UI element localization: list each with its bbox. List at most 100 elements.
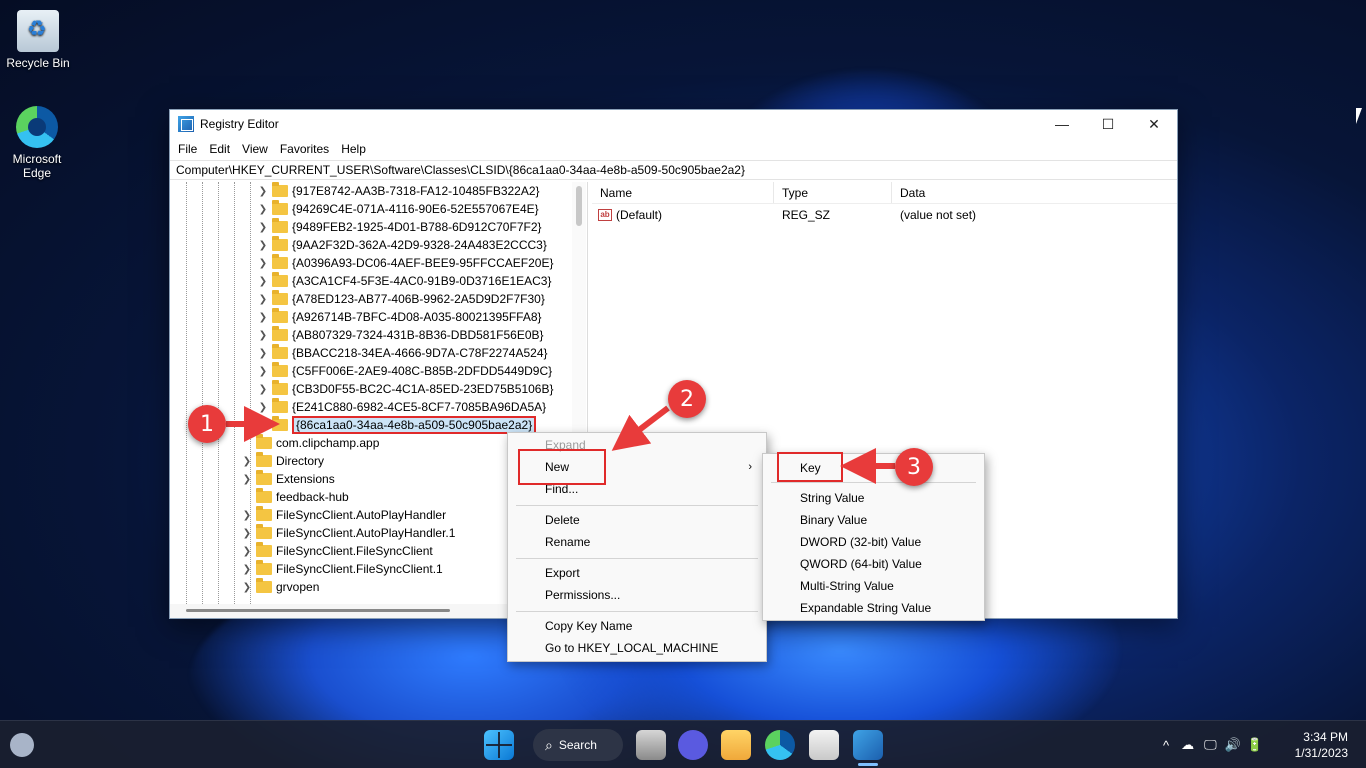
tree-item[interactable]: ❯ grvopen [240, 578, 319, 596]
submenu-item-expandable-string-value[interactable]: Expandable String Value [763, 597, 984, 619]
column-name[interactable]: Name [592, 182, 774, 203]
chevron-right-icon[interactable]: ❯ [240, 564, 254, 575]
tree-guide-line [202, 182, 203, 618]
value-data: (value not set) [900, 208, 977, 222]
tree-item[interactable]: ❯ FileSyncClient.FileSyncClient [240, 542, 433, 560]
chevron-right-icon[interactable]: ❯ [240, 582, 254, 593]
chevron-right-icon[interactable]: ❯ [256, 276, 270, 287]
chevron-right-icon[interactable]: ❯ [256, 294, 270, 305]
tree-item[interactable]: ❯ {A3CA1CF4-5F3E-4AC0-91B9-0D3716E1EAC3} [256, 272, 551, 290]
submenu-item-binary-value[interactable]: Binary Value [763, 509, 984, 531]
folder-icon [256, 524, 272, 539]
scroll-thumb[interactable] [576, 186, 582, 226]
tray-overflow-icon[interactable]: ^ [1163, 738, 1169, 753]
file-explorer-icon[interactable] [721, 730, 751, 760]
title-bar[interactable]: Registry Editor — ☐ ✕ [170, 110, 1177, 138]
regedit-taskbar-icon[interactable] [853, 730, 883, 760]
minimize-button[interactable]: — [1039, 110, 1085, 138]
tree-item[interactable]: ❯ {A78ED123-AB77-406B-9962-2A5D9D2F7F30} [256, 290, 545, 308]
tree-item[interactable]: ❯ {94269C4E-071A-4116-90E6-52E557067E4E} [256, 200, 539, 218]
tree-item[interactable]: ❯ {917E8742-AA3B-7318-FA12-10485FB322A2} [256, 182, 540, 200]
widgets-icon[interactable] [10, 733, 34, 757]
edge-taskbar-icon[interactable] [765, 730, 795, 760]
chevron-right-icon[interactable]: ❯ [256, 204, 270, 215]
desktop-icon-label: Microsoft Edge [12, 152, 62, 180]
menu-item-goto-hklm[interactable]: Go to HKEY_LOCAL_MACHINE [508, 637, 766, 659]
tree-item[interactable]: feedback-hub [240, 488, 349, 506]
chevron-right-icon[interactable]: ❯ [240, 474, 254, 485]
menu-file[interactable]: File [172, 142, 203, 156]
tree-item[interactable]: ❯ {CB3D0F55-BC2C-4C1A-85ED-23ED75B5106B} [256, 380, 553, 398]
chevron-right-icon[interactable]: ❯ [256, 330, 270, 341]
tree-item-label: com.clipchamp.app [276, 436, 380, 450]
value-row[interactable]: ab (Default) REG_SZ (value not set) [592, 206, 1177, 224]
menu-help[interactable]: Help [335, 142, 372, 156]
tree-item[interactable]: ❯ FileSyncClient.AutoPlayHandler.1 [240, 524, 455, 542]
column-data[interactable]: Data [892, 182, 1177, 203]
menu-edit[interactable]: Edit [203, 142, 236, 156]
tree-guide-line [218, 182, 219, 618]
chevron-right-icon[interactable]: ❯ [256, 384, 270, 395]
tree-item[interactable]: ❯ {AB807329-7324-431B-8B36-DBD581F56E0B} [256, 326, 544, 344]
tree-item[interactable]: ❯ {9489FEB2-1925-4D01-B788-6D912C70F7F2} [256, 218, 542, 236]
chevron-right-icon[interactable]: ❯ [240, 456, 254, 467]
submenu-item-dword-value[interactable]: DWORD (32-bit) Value [763, 531, 984, 553]
desktop-icon-recycle-bin[interactable]: Recycle Bin [0, 10, 76, 70]
submenu-item-multi-string-value[interactable]: Multi-String Value [763, 575, 984, 597]
submenu-item-qword-value[interactable]: QWORD (64-bit) Value [763, 553, 984, 575]
chevron-right-icon[interactable]: ❯ [256, 186, 270, 197]
chevron-right-icon[interactable]: ❯ [256, 222, 270, 233]
tree-item-label: {C5FF006E-2AE9-408C-B85B-2DFDD5449D9C} [292, 364, 553, 378]
search-label: Search [558, 738, 597, 752]
scroll-thumb[interactable] [186, 609, 450, 612]
tree-item-label: {A926714B-7BFC-4D08-A035-80021395FFA8} [292, 310, 542, 324]
tree-item[interactable]: com.clipchamp.app [240, 434, 379, 452]
tree-item[interactable]: ❯ FileSyncClient.AutoPlayHandler [240, 506, 446, 524]
address-bar[interactable]: Computer\HKEY_CURRENT_USER\Software\Clas… [170, 160, 1177, 180]
tree-item[interactable]: ❯ {A0396A93-DC06-4AEF-BEE9-95FFCCAEF20E} [256, 254, 553, 272]
onedrive-icon[interactable]: ☁ [1181, 737, 1194, 753]
close-button[interactable]: ✕ [1131, 110, 1177, 138]
start-button[interactable] [484, 730, 514, 760]
tree-item[interactable]: ❯ FileSyncClient.FileSyncClient.1 [240, 560, 443, 578]
menu-item-permissions[interactable]: Permissions... [508, 584, 766, 606]
maximize-button[interactable]: ☐ [1085, 110, 1131, 138]
chevron-right-icon[interactable]: ❯ [256, 366, 270, 377]
submenu-item-string-value[interactable]: String Value [763, 487, 984, 509]
tree-item[interactable]: ❯ {9AA2F32D-362A-42D9-9328-24A483E2CCC3} [256, 236, 547, 254]
tree-item-selected[interactable]: {86ca1aa0-34aa-4e8b-a509-50c905bae2a2} [256, 416, 537, 434]
menu-favorites[interactable]: Favorites [274, 142, 335, 156]
chevron-right-icon[interactable]: ❯ [256, 312, 270, 323]
chat-icon[interactable] [678, 730, 708, 760]
chevron-right-icon[interactable]: ❯ [256, 258, 270, 269]
taskbar-search-button[interactable]: ⌕ Search [533, 729, 623, 761]
tree-item[interactable]: ❯ {C5FF006E-2AE9-408C-B85B-2DFDD5449D9C} [256, 362, 552, 380]
chevron-right-icon[interactable]: ❯ [240, 510, 254, 521]
tree-item[interactable]: ❯ {BBACC218-34EA-4666-9D7A-C78F2274A524} [256, 344, 548, 362]
menu-item-rename[interactable]: Rename [508, 531, 766, 553]
menu-item-delete[interactable]: Delete [508, 509, 766, 531]
volume-icon[interactable]: 🔊 [1225, 737, 1241, 753]
taskbar-clock[interactable]: 3:34 PM 1/31/2023 [1295, 729, 1348, 761]
column-type[interactable]: Type [774, 182, 892, 203]
tree-item[interactable]: ❯ Directory [240, 452, 324, 470]
chevron-right-icon[interactable]: ❯ [256, 240, 270, 251]
tree-item[interactable]: ❯ {E241C880-6982-4CE5-8CF7-7085BA96DA5A} [256, 398, 546, 416]
menu-view[interactable]: View [236, 142, 274, 156]
menu-item-export[interactable]: Export [508, 562, 766, 584]
folder-icon [272, 236, 288, 251]
menu-item-copy-key-name[interactable]: Copy Key Name [508, 615, 766, 637]
clock-time: 3:34 PM [1303, 730, 1348, 744]
tree-item[interactable]: ❯ Extensions [240, 470, 335, 488]
battery-icon[interactable]: 🔋 [1247, 737, 1263, 753]
desktop-icon-edge[interactable]: Microsoft Edge [0, 106, 74, 180]
tree-item[interactable]: ❯ {A926714B-7BFC-4D08-A035-80021395FFA8} [256, 308, 542, 326]
chevron-right-icon[interactable]: ❯ [256, 402, 270, 413]
task-view-icon[interactable] [636, 730, 666, 760]
chevron-right-icon[interactable]: ❯ [240, 546, 254, 557]
chevron-right-icon[interactable]: ❯ [256, 348, 270, 359]
clock-date: 1/31/2023 [1294, 746, 1348, 760]
chevron-right-icon[interactable]: ❯ [240, 528, 254, 539]
network-icon[interactable]: 🖵 [1204, 737, 1217, 753]
store-icon[interactable] [809, 730, 839, 760]
